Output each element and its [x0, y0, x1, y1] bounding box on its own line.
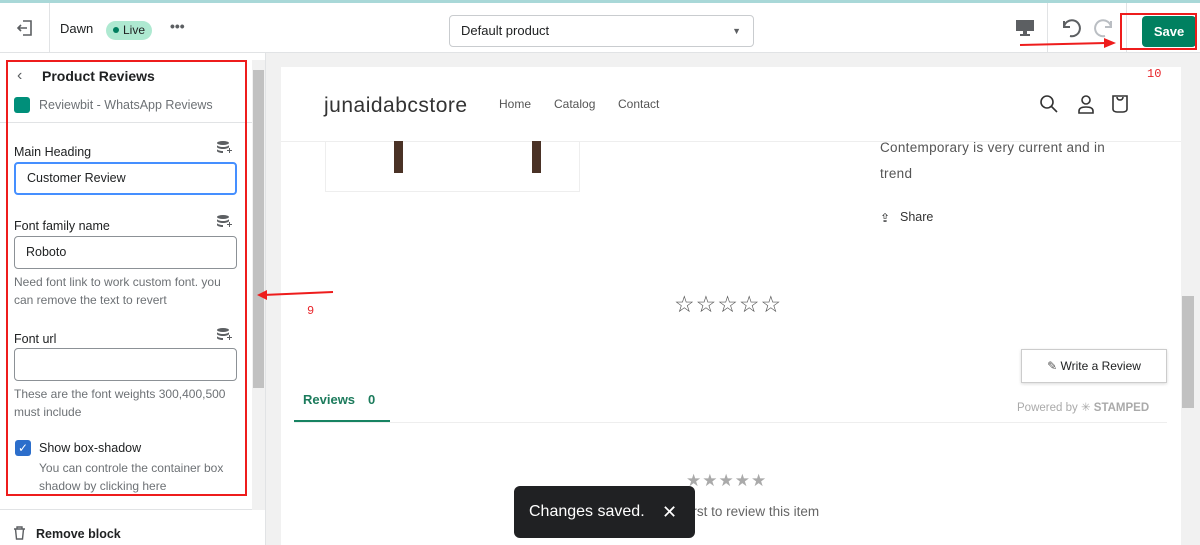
trash-icon[interactable]: [13, 526, 26, 543]
write-review-label: Write a Review: [1060, 359, 1141, 373]
nav-home[interactable]: Home: [499, 97, 531, 111]
rating-stars-filled: ★★★★★: [686, 471, 768, 490]
tab-reviews[interactable]: Reviews 0: [294, 385, 390, 423]
share-icon[interactable]: ⇪: [880, 211, 890, 225]
status-badge: Live: [106, 21, 153, 40]
reviews-count: 0: [368, 392, 376, 407]
close-icon[interactable]: ✕: [662, 486, 677, 538]
cart-icon[interactable]: [1110, 94, 1130, 117]
theme-name: Dawn: [60, 21, 94, 36]
product-image: [325, 141, 580, 192]
chevron-down-icon: ▼: [732, 26, 741, 36]
stamped-logo-icon: ✳: [1080, 402, 1091, 414]
template-select[interactable]: Default product ▼: [449, 15, 754, 47]
powered-by-label: Powered by: [1017, 402, 1078, 414]
nav-contact[interactable]: Contact: [618, 97, 659, 111]
account-icon[interactable]: [1076, 94, 1096, 117]
powered-by[interactable]: Powered by ✳ STAMPED: [1017, 400, 1149, 414]
stamped-label: STAMPED: [1093, 402, 1150, 414]
nav-catalog[interactable]: Catalog: [554, 97, 595, 111]
sidebar-scrollbar-thumb[interactable]: [253, 70, 264, 388]
annotation-arrow-right: [1019, 38, 1116, 48]
annotation-box-sidebar: [6, 60, 247, 496]
product-description: Contemporary is very current and in tren…: [880, 140, 1106, 181]
status-badge-label: Live: [123, 23, 146, 37]
remove-block-button[interactable]: Remove block: [36, 527, 121, 541]
more-actions-button[interactable]: •••: [170, 18, 185, 34]
annotation-number: 10: [1147, 67, 1162, 81]
toast-message: Changes saved.: [529, 503, 645, 520]
preview-scrollbar-thumb[interactable]: [1182, 296, 1194, 408]
toast: Changes saved. ✕: [514, 486, 695, 538]
empty-reviews-text: Be the first to review this item: [642, 504, 820, 519]
annotation-arrow-left: [257, 290, 334, 300]
edit-icon: ✎: [1047, 359, 1058, 373]
store-logo[interactable]: junaidabcstore: [324, 94, 468, 118]
search-icon[interactable]: [1039, 94, 1059, 117]
write-review-button[interactable]: ✎ Write a Review: [1021, 349, 1167, 383]
exit-icon[interactable]: [16, 19, 34, 40]
annotation-number: 9: [307, 304, 315, 318]
rating-stars-empty: ☆☆☆☆☆: [674, 291, 783, 317]
template-select-value: Default product: [461, 23, 550, 38]
annotation-box-save: [1120, 13, 1197, 50]
share-button[interactable]: Share: [900, 210, 933, 224]
tab-reviews-label: Reviews: [303, 392, 356, 407]
store-preview: junaidabcstore Home Catalog Contact Cont…: [281, 67, 1181, 545]
